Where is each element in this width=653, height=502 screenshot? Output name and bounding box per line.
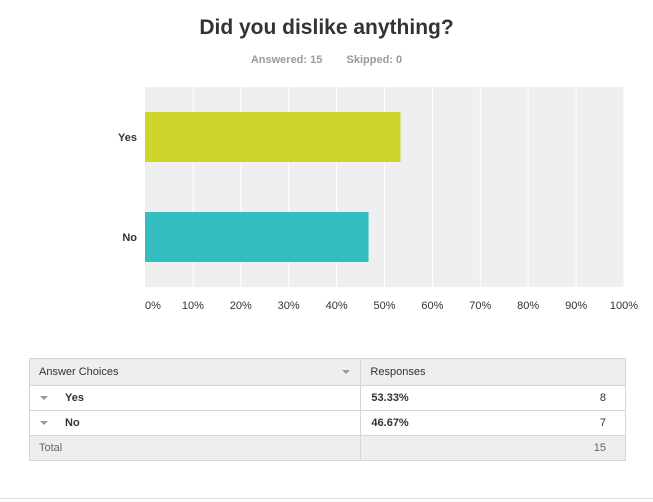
x-tick-label: 0% bbox=[145, 300, 161, 312]
table-row: Yes 53.33% 8 bbox=[28, 385, 626, 411]
answer-choices-label: Answer Choices bbox=[39, 366, 119, 378]
response-percent: 46.67% bbox=[371, 417, 409, 429]
y-tick-label: Yes bbox=[118, 132, 137, 144]
divider bbox=[0, 498, 653, 499]
x-tick-label: 30% bbox=[278, 300, 300, 312]
x-tick-label: 80% bbox=[517, 300, 539, 312]
sort-caret-icon[interactable] bbox=[342, 370, 351, 374]
answer-choices-header[interactable]: Answer Choices bbox=[28, 358, 362, 386]
total-label: Total bbox=[28, 435, 362, 461]
response-count: 7 bbox=[599, 417, 606, 429]
x-tick-label: 100% bbox=[610, 300, 638, 312]
bar-chart: 0% 10% 20% 30% 40% 50% 60% 70% 80% 90% 100% Yes No bbox=[118, 87, 638, 312]
x-tick-label: 70% bbox=[469, 300, 491, 312]
bar bbox=[145, 112, 401, 162]
choice-label: No bbox=[65, 417, 80, 429]
x-tick-label: 60% bbox=[421, 300, 443, 312]
bar bbox=[145, 212, 369, 262]
table-header-row: Answer Choices Responses bbox=[28, 358, 626, 386]
x-tick-label: 40% bbox=[326, 300, 348, 312]
choice-label: Yes bbox=[65, 392, 84, 404]
response-percent: 53.33% bbox=[371, 392, 409, 404]
response-count: 8 bbox=[599, 392, 606, 404]
responses-label: Responses bbox=[370, 366, 426, 378]
responses-header[interactable]: Responses bbox=[360, 358, 626, 386]
x-tick-label: 20% bbox=[230, 300, 252, 312]
total-count: 15 bbox=[360, 435, 626, 461]
table-row: No 46.67% 7 bbox=[28, 410, 626, 436]
total-row: Total 15 bbox=[28, 435, 626, 461]
expand-caret-icon[interactable] bbox=[40, 396, 48, 400]
expand-caret-icon[interactable] bbox=[40, 421, 48, 425]
x-tick-label: 90% bbox=[565, 300, 587, 312]
response-table: Answer Choices Responses Yes 53.33% 8 No … bbox=[28, 358, 626, 461]
x-tick-label: 50% bbox=[373, 300, 395, 312]
y-tick-label: No bbox=[122, 232, 137, 244]
x-tick-label: 10% bbox=[182, 300, 204, 312]
